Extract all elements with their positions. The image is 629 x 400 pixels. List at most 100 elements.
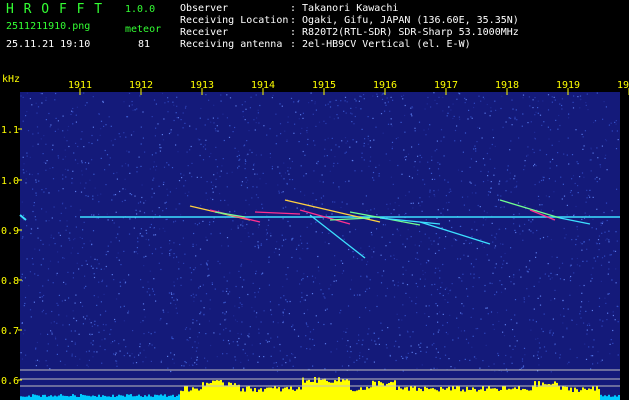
noise-dot bbox=[537, 195, 540, 197]
noise-dot bbox=[162, 183, 165, 186]
noise-dot bbox=[607, 312, 609, 314]
signal-bar bbox=[172, 394, 174, 400]
noise-dot bbox=[100, 193, 102, 195]
noise-dot bbox=[127, 164, 129, 166]
noise-dot bbox=[94, 320, 96, 322]
noise-dot bbox=[474, 145, 476, 147]
signal-bar bbox=[28, 395, 30, 400]
noise-dot bbox=[419, 346, 421, 348]
noise-dot bbox=[173, 281, 175, 283]
signal-bar bbox=[80, 394, 82, 400]
noise-dot bbox=[261, 207, 264, 209]
noise-dot bbox=[561, 104, 563, 107]
signal-bar bbox=[372, 380, 374, 400]
noise-dot bbox=[189, 172, 191, 174]
signal-bar bbox=[612, 396, 614, 400]
noise-dot bbox=[361, 259, 363, 261]
noise-dot bbox=[143, 212, 146, 214]
noise-dot bbox=[30, 316, 32, 318]
signal-bar bbox=[140, 396, 142, 400]
noise-dot bbox=[38, 180, 40, 182]
noise-dot bbox=[69, 232, 71, 234]
noise-dot bbox=[163, 118, 165, 120]
noise-dot bbox=[588, 322, 590, 325]
noise-dot bbox=[300, 132, 302, 135]
noise-dot bbox=[414, 161, 416, 163]
noise-dot bbox=[591, 277, 593, 280]
noise-dot bbox=[475, 160, 477, 163]
noise-dot bbox=[83, 92, 85, 94]
noise-dot bbox=[397, 164, 399, 167]
signal-bar bbox=[168, 395, 170, 400]
noise-dot bbox=[497, 194, 499, 196]
noise-dot bbox=[532, 319, 534, 321]
noise-dot bbox=[593, 257, 595, 259]
noise-dot bbox=[470, 316, 472, 318]
noise-dot bbox=[443, 155, 445, 157]
noise-dot bbox=[401, 95, 403, 97]
signal-bar bbox=[274, 386, 276, 400]
noise-dot bbox=[215, 186, 217, 188]
noise-dot bbox=[47, 279, 49, 281]
x-tick-label: 1911 bbox=[68, 80, 92, 91]
noise-dot bbox=[86, 263, 88, 265]
noise-dot bbox=[117, 252, 119, 254]
noise-dot bbox=[543, 346, 546, 348]
noise-dot bbox=[195, 244, 197, 246]
noise-dot bbox=[435, 348, 437, 350]
noise-dot bbox=[492, 241, 494, 243]
signal-bar bbox=[452, 386, 454, 400]
signal-bar bbox=[26, 396, 28, 400]
noise-dot bbox=[279, 103, 281, 105]
noise-dot bbox=[229, 211, 231, 213]
noise-dot bbox=[456, 317, 458, 319]
noise-dot bbox=[378, 175, 380, 177]
noise-dot bbox=[604, 297, 606, 299]
noise-dot bbox=[596, 147, 598, 149]
noise-dot bbox=[97, 296, 99, 298]
noise-dot bbox=[248, 204, 250, 206]
noise-dot bbox=[92, 198, 94, 200]
noise-dot bbox=[539, 277, 541, 279]
noise-dot bbox=[296, 270, 298, 272]
noise-dot bbox=[118, 259, 120, 261]
noise-dot bbox=[174, 220, 177, 222]
noise-dot bbox=[193, 232, 195, 235]
noise-dot bbox=[43, 294, 45, 297]
noise-dot bbox=[402, 370, 404, 372]
noise-dot bbox=[23, 214, 25, 216]
noise-dot bbox=[425, 262, 428, 264]
noise-dot bbox=[76, 364, 78, 367]
noise-dot bbox=[537, 100, 539, 102]
noise-dot bbox=[37, 173, 39, 175]
noise-dot bbox=[512, 348, 514, 350]
noise-dot bbox=[104, 169, 106, 171]
noise-dot bbox=[205, 367, 207, 369]
noise-dot bbox=[552, 210, 554, 212]
noise-dot bbox=[202, 220, 204, 222]
noise-dot bbox=[483, 246, 485, 248]
noise-dot bbox=[494, 267, 496, 269]
noise-dot bbox=[327, 137, 329, 139]
noise-dot bbox=[424, 108, 426, 110]
noise-dot bbox=[311, 100, 313, 102]
noise-dot bbox=[286, 278, 288, 280]
noise-dot bbox=[408, 153, 410, 155]
noise-dot bbox=[549, 161, 551, 163]
noise-dot bbox=[116, 365, 118, 367]
noise-dot bbox=[104, 338, 106, 340]
noise-dot bbox=[35, 181, 37, 183]
noise-dot bbox=[607, 293, 609, 295]
signal-bar bbox=[70, 396, 72, 400]
noise-dot bbox=[389, 241, 391, 243]
signal-bar bbox=[240, 391, 242, 400]
signal-bar bbox=[90, 396, 92, 400]
signal-bar bbox=[162, 395, 164, 400]
noise-dot bbox=[126, 116, 128, 118]
noise-dot bbox=[75, 294, 77, 296]
noise-dot bbox=[57, 251, 59, 253]
noise-dot bbox=[119, 281, 121, 283]
noise-dot bbox=[559, 314, 562, 316]
noise-dot bbox=[538, 198, 540, 201]
noise-dot bbox=[179, 203, 181, 205]
